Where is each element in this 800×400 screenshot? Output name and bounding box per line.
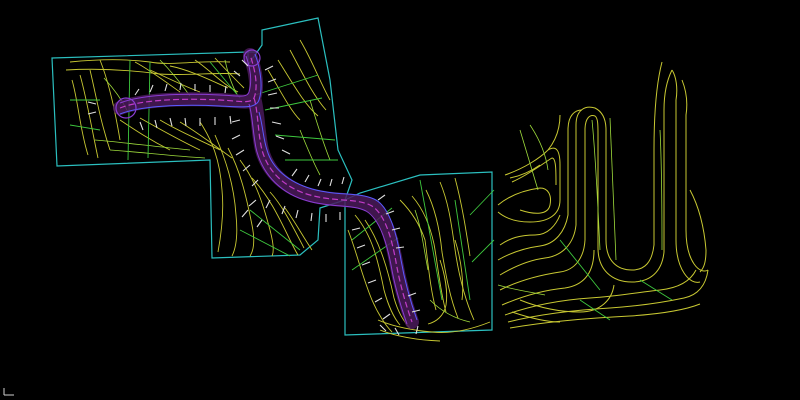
cad-drawing-canvas[interactable] [0,0,800,400]
ucs-axis-icon [3,388,14,396]
contours-east-hairpins [497,61,709,329]
